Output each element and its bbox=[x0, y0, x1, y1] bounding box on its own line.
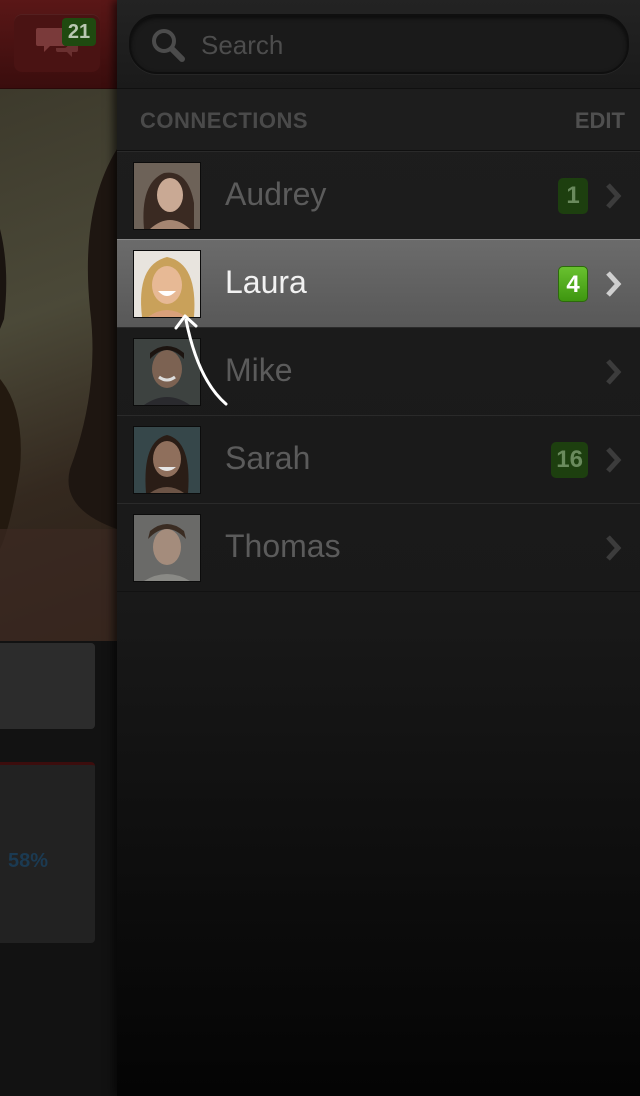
unread-badge: 4 bbox=[558, 266, 588, 302]
profile-photo bbox=[0, 89, 117, 641]
avatar bbox=[133, 250, 201, 318]
unread-badge: 1 bbox=[558, 178, 588, 214]
contact-row-mike[interactable]: Mike bbox=[117, 327, 640, 416]
avatar bbox=[133, 338, 201, 406]
chevron-right-icon bbox=[606, 271, 622, 297]
search-input[interactable] bbox=[199, 26, 603, 64]
contact-row-sarah[interactable]: Sarah 16 bbox=[117, 415, 640, 504]
unread-count-badge: 21 bbox=[62, 18, 96, 46]
connections-header: CONNECTIONS EDIT bbox=[117, 96, 640, 151]
contact-row-thomas[interactable]: Thomas bbox=[117, 503, 640, 592]
stat-percent: 58% bbox=[8, 850, 49, 872]
contact-name: Thomas bbox=[225, 528, 341, 564]
avatar bbox=[133, 162, 201, 230]
contact-row-laura[interactable]: Laura 4 bbox=[117, 239, 640, 328]
search-icon bbox=[152, 29, 185, 62]
connections-drawer: CONNECTIONS EDIT Audrey 1 bbox=[117, 0, 640, 1096]
chevron-right-icon bbox=[606, 447, 622, 473]
main-panel-dimmed[interactable]: 21 58% bbox=[0, 0, 117, 1096]
search-bar bbox=[117, 0, 640, 89]
info-card bbox=[0, 643, 95, 729]
unread-badge: 16 bbox=[551, 442, 588, 478]
contact-name: Laura bbox=[225, 264, 307, 300]
avatar bbox=[133, 426, 201, 494]
chevron-right-icon bbox=[606, 183, 622, 209]
contact-name: Sarah bbox=[225, 440, 311, 476]
main-topbar: 21 bbox=[0, 0, 117, 89]
edit-button[interactable]: EDIT bbox=[575, 108, 625, 134]
section-title: CONNECTIONS bbox=[140, 108, 309, 133]
contact-row-audrey[interactable]: Audrey 1 bbox=[117, 151, 640, 240]
messages-button[interactable]: 21 bbox=[14, 14, 100, 72]
contact-name: Audrey bbox=[225, 176, 327, 212]
contact-name: Mike bbox=[225, 352, 293, 388]
avatar bbox=[133, 514, 201, 582]
chevron-right-icon bbox=[606, 359, 622, 385]
search-field[interactable] bbox=[129, 14, 629, 74]
chevron-right-icon bbox=[606, 535, 622, 561]
